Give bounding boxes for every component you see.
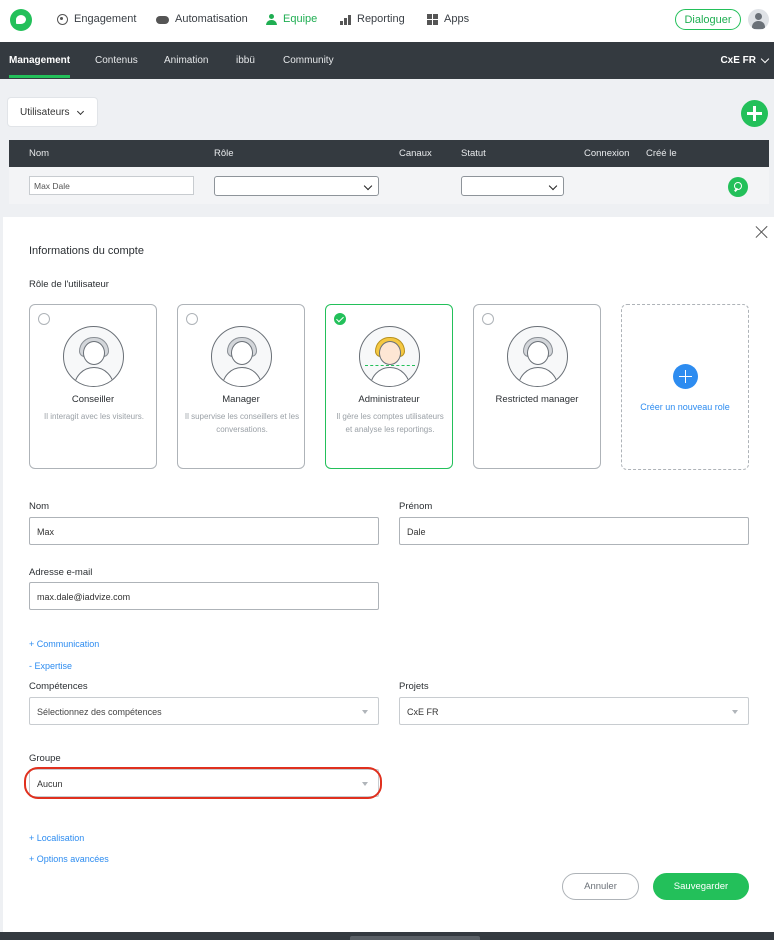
tab-ibbu[interactable]: ibbü: [236, 55, 255, 66]
table-header: Nom Rôle Canaux Statut Connexion Créé le: [9, 140, 769, 167]
role-card-conseiller[interactable]: Conseiller Il interagit avec les visiteu…: [29, 304, 157, 469]
bottom-bar: [0, 932, 774, 940]
manager-avatar-icon: [211, 326, 272, 387]
chevron-down-icon: [760, 54, 770, 64]
caret-down-icon: [732, 710, 738, 714]
chevron-down-icon: [363, 181, 373, 191]
administrateur-avatar-icon: [359, 326, 420, 387]
nav-reporting[interactable]: Reporting: [340, 13, 405, 25]
prenom-input[interactable]: Dale: [399, 517, 749, 545]
plus-icon: [673, 364, 698, 389]
tab-management[interactable]: Management: [9, 55, 70, 66]
nav-automatisation[interactable]: Automatisation: [156, 13, 248, 25]
sub-navigation: Management Contenus Animation ibbü Commu…: [0, 42, 774, 79]
nav-equipe[interactable]: Equipe: [266, 13, 317, 25]
column-connexion[interactable]: Connexion: [584, 148, 629, 159]
chat-logo-icon[interactable]: [10, 9, 32, 31]
projets-select[interactable]: CxE FR: [399, 697, 749, 725]
scroll-handle[interactable]: [350, 936, 480, 940]
nom-label: Nom: [29, 501, 50, 512]
cloud-icon: [156, 16, 169, 24]
cancel-button[interactable]: Annuler: [562, 873, 639, 900]
search-icon[interactable]: [728, 177, 748, 197]
role-radio[interactable]: [186, 313, 198, 325]
role-card-manager[interactable]: Manager Il supervise les conseillers et …: [177, 304, 305, 469]
project-selector[interactable]: CxE FR: [720, 54, 770, 66]
highlight-annotation: [24, 767, 382, 799]
options-avancees-link[interactable]: + Options avancées: [29, 854, 109, 864]
role-card-administrateur[interactable]: Administrateur Il gère les comptes utili…: [325, 304, 453, 469]
role-card-restricted-manager[interactable]: Restricted manager: [473, 304, 601, 469]
grid-icon: [427, 13, 438, 25]
bar-chart-icon: [340, 14, 351, 25]
competences-label: Compétences: [29, 681, 88, 692]
prenom-label: Prénom: [399, 501, 433, 512]
caret-down-icon: [362, 710, 368, 714]
panel-title: Informations du compte: [29, 245, 144, 257]
role-radio[interactable]: [482, 313, 494, 325]
communication-link[interactable]: + Communication: [29, 639, 99, 649]
dialoguer-button[interactable]: Dialoguer: [675, 9, 741, 30]
conseiller-avatar-icon: [63, 326, 124, 387]
expertise-link[interactable]: - Expertise: [29, 661, 72, 671]
status-filter-select[interactable]: [461, 176, 564, 196]
filter-row: Max Dale: [9, 167, 769, 204]
tab-animation[interactable]: Animation: [164, 55, 208, 66]
column-canaux[interactable]: Canaux: [399, 148, 432, 159]
chevron-down-icon: [548, 181, 558, 191]
column-nom[interactable]: Nom: [29, 148, 49, 159]
nav-engagement[interactable]: Engagement: [57, 13, 136, 25]
localisation-link[interactable]: + Localisation: [29, 833, 84, 843]
role-filter-select[interactable]: [214, 176, 379, 196]
tab-contenus[interactable]: Contenus: [95, 55, 138, 66]
user-avatar-icon[interactable]: [748, 9, 769, 30]
check-icon[interactable]: [334, 313, 346, 325]
tab-community[interactable]: Community: [283, 55, 334, 66]
top-navigation: Engagement Automatisation Equipe Reporti…: [0, 0, 774, 42]
name-filter-input[interactable]: Max Dale: [29, 176, 194, 195]
restricted-manager-avatar-icon: [507, 326, 568, 387]
nav-apps[interactable]: Apps: [427, 13, 469, 25]
user-icon: [266, 13, 277, 25]
active-tab-underline: [9, 75, 70, 78]
chevron-down-icon: [77, 107, 85, 115]
email-label: Adresse e-mail: [29, 567, 93, 578]
new-role-card[interactable]: Créer un nouveau role: [621, 304, 749, 470]
email-input[interactable]: max.dale@iadvize.com: [29, 582, 379, 610]
close-icon[interactable]: [755, 225, 769, 239]
competences-select[interactable]: Sélectionnez des compétences: [29, 697, 379, 725]
groupe-label: Groupe: [29, 753, 61, 764]
role-section-label: Rôle de l'utilisateur: [29, 279, 109, 290]
view-dropdown[interactable]: Utilisateurs: [8, 98, 97, 126]
projets-label: Projets: [399, 681, 429, 692]
column-statut[interactable]: Statut: [461, 148, 486, 159]
add-user-button[interactable]: [741, 100, 768, 127]
target-icon: [57, 13, 68, 25]
column-role[interactable]: Rôle: [214, 148, 234, 159]
nom-input[interactable]: Max: [29, 517, 379, 545]
role-radio[interactable]: [38, 313, 50, 325]
column-cree-le[interactable]: Créé le: [646, 148, 677, 159]
save-button[interactable]: Sauvegarder: [653, 873, 749, 900]
